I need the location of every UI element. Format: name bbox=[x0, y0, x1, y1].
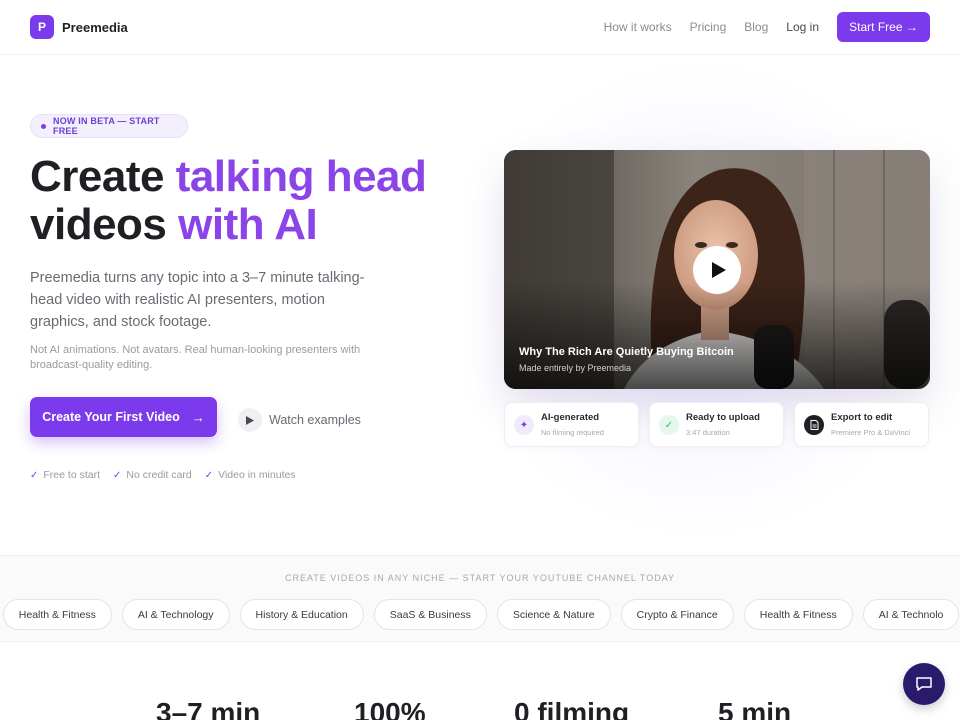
check-icon: ✓ bbox=[204, 469, 214, 481]
check-item: ✓ Video in minutes bbox=[205, 469, 296, 481]
brand-name[interactable]: Preemedia bbox=[62, 20, 128, 35]
check-icon: ✓ bbox=[113, 469, 122, 481]
niche-chip[interactable]: Crypto & Finance bbox=[620, 599, 734, 630]
feature-card-export: Export to edit Premiere Pro & DaVinci bbox=[794, 402, 929, 447]
watch-examples-label: Watch examples bbox=[269, 413, 361, 427]
chat-button[interactable] bbox=[903, 663, 945, 705]
hero-video-player[interactable]: Why The Rich Are Quietly Buying Bitcoin … bbox=[504, 150, 930, 389]
hero-checklist: ✓ Free to start ✓ No credit card ✓ Video in… bbox=[30, 469, 309, 481]
play-button[interactable] bbox=[693, 246, 741, 294]
feature-subtitle: 3:47 duration bbox=[686, 428, 730, 437]
feature-title: Export to edit bbox=[831, 412, 893, 423]
start-free-button[interactable]: Start Free → bbox=[837, 12, 930, 42]
feature-card-ai-generated: ✦ AI-generated No filming required bbox=[504, 402, 639, 447]
stat-percent: 100% bbox=[354, 697, 426, 720]
niche-chip[interactable]: SaaS & Business bbox=[373, 599, 487, 630]
login-link[interactable]: Log in bbox=[786, 20, 819, 34]
check-icon: ✓ bbox=[659, 415, 679, 435]
check-item: ✓ Free to start bbox=[30, 469, 100, 481]
niche-chip[interactable]: Health & Fitness bbox=[743, 599, 853, 630]
video-meta: Made entirely by Preemedia bbox=[519, 363, 632, 373]
feature-title: Ready to upload bbox=[686, 412, 760, 423]
chat-icon bbox=[916, 677, 932, 691]
niche-chip[interactable]: Science & Nature bbox=[496, 599, 611, 630]
sparkle-icon: ✦ bbox=[514, 415, 534, 435]
headline-accent-1: talking head bbox=[175, 152, 427, 201]
headline-part-3: videos bbox=[30, 200, 179, 249]
niche-chip[interactable]: AI & Technology bbox=[121, 599, 230, 630]
video-title: Why The Rich Are Quietly Buying Bitcoin bbox=[519, 346, 734, 358]
niche-strip: CREATE VIDEOS IN ANY NICHE — START YOUR … bbox=[0, 555, 960, 642]
hero-headline: Create talking head videos with AI bbox=[30, 152, 427, 249]
badge-dot-icon bbox=[41, 123, 46, 129]
feature-subtitle: No filming required bbox=[541, 428, 604, 437]
beta-badge: NOW IN BETA — START FREE bbox=[30, 114, 188, 138]
niche-chip[interactable]: History & Education bbox=[239, 599, 364, 630]
stats-row: 3–7 min 100% 0 filming 5 min bbox=[0, 697, 960, 720]
create-first-video-button[interactable]: Create Your First Video → bbox=[30, 397, 217, 437]
niche-chip[interactable]: Health & Fitness bbox=[2, 599, 112, 630]
check-item: ✓ No credit card bbox=[113, 469, 192, 481]
check-label: Free to start bbox=[43, 469, 100, 481]
check-icon: ✓ bbox=[30, 469, 39, 481]
hero-lead: Preemedia turns any topic into a 3–7 min… bbox=[30, 270, 365, 330]
play-icon bbox=[238, 408, 262, 432]
cta-label: Create Your First Video bbox=[42, 410, 180, 424]
file-icon bbox=[804, 415, 824, 435]
feature-card-ready-to-upload: ✓ Ready to upload 3:47 duration bbox=[649, 402, 784, 447]
play-icon bbox=[711, 262, 726, 278]
feature-title: AI-generated bbox=[541, 412, 600, 423]
stat-time: 5 min bbox=[718, 697, 792, 720]
nav-links: How it works Pricing Blog Log in Start F… bbox=[604, 12, 930, 42]
nav-link-blog[interactable]: Blog bbox=[744, 20, 768, 34]
logo-icon[interactable]: P bbox=[30, 15, 54, 39]
feature-subtitle: Premiere Pro & DaVinci bbox=[831, 428, 911, 437]
feature-cards: ✦ AI-generated No filming required ✓ Rea… bbox=[504, 402, 929, 447]
arrow-right-icon: → bbox=[191, 409, 205, 425]
nav-link-how-it-works[interactable]: How it works bbox=[604, 20, 672, 34]
nav-link-pricing[interactable]: Pricing bbox=[690, 20, 727, 34]
watch-examples-link[interactable]: Watch examples bbox=[238, 408, 361, 432]
beta-badge-text: NOW IN BETA — START FREE bbox=[53, 116, 160, 136]
check-label: No credit card bbox=[126, 469, 192, 481]
headline-accent-2: with AI bbox=[178, 200, 318, 249]
stat-filming: 0 filming bbox=[514, 697, 630, 720]
niche-heading: CREATE VIDEOS IN ANY NICHE — START YOUR … bbox=[284, 573, 676, 583]
hero-subtext: Not AI animations. Not avatars. Real hum… bbox=[30, 344, 361, 371]
top-nav: P Preemedia How it works Pricing Blog Lo… bbox=[0, 0, 960, 55]
headline-part-1: Create bbox=[30, 152, 176, 201]
niche-chip[interactable]: AI & Technolo bbox=[862, 599, 960, 630]
niche-chip-row: ance Health & Fitness AI & Technology Hi… bbox=[0, 599, 960, 630]
check-label: Video in minutes bbox=[218, 469, 296, 481]
stat-duration: 3–7 min bbox=[156, 697, 261, 720]
